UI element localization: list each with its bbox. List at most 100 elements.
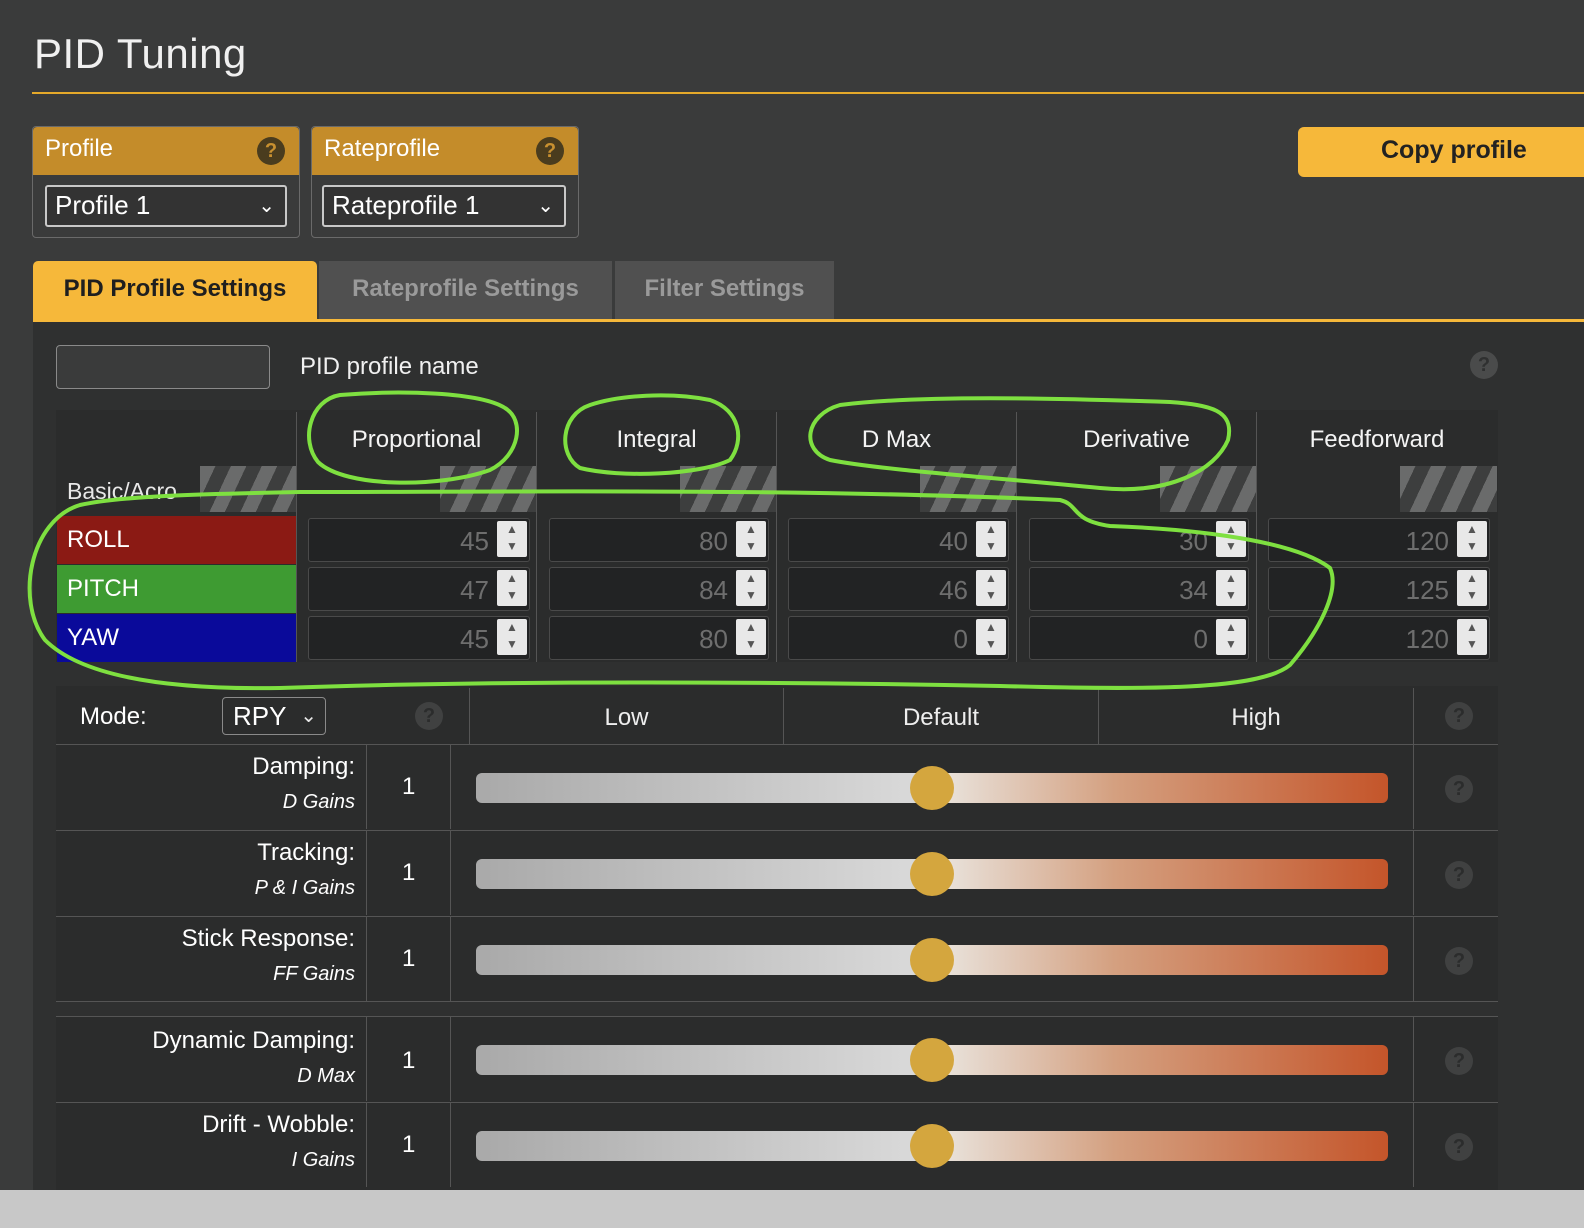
damping-slider[interactable]	[476, 766, 1388, 810]
spinner-icon[interactable]: ▲ ▼	[736, 521, 766, 557]
section-label-basic-acro: Basic/Acro	[67, 478, 177, 504]
spinner-icon[interactable]: ▲ ▼	[1457, 570, 1487, 606]
column-header-proportional: Proportional	[351, 426, 482, 453]
help-icon[interactable]: ?	[1445, 775, 1473, 803]
spinner-icon[interactable]: ▲ ▼	[1216, 570, 1246, 606]
spinner-icon[interactable]: ▲ ▼	[1216, 521, 1246, 557]
tab-rateprofile-settings[interactable]: Rateprofile Settings	[319, 261, 612, 319]
page-title: PID Tuning	[34, 30, 247, 77]
pid-profile-name-input[interactable]	[56, 345, 270, 389]
slider-sublabel: D Max	[297, 1065, 355, 1087]
help-icon[interactable]: ?	[257, 137, 285, 165]
spinner-icon[interactable]: ▲ ▼	[976, 619, 1006, 655]
help-icon[interactable]: ?	[1445, 1133, 1473, 1161]
column-divider	[776, 412, 777, 662]
slider-handle[interactable]	[910, 1038, 954, 1082]
help-icon[interactable]: ?	[1445, 947, 1473, 975]
roll-feedforward-input[interactable]: 120 ▲ ▼	[1268, 518, 1490, 562]
tracking-slider[interactable]	[476, 852, 1388, 896]
spinner-icon[interactable]: ▲ ▼	[736, 570, 766, 606]
column-header-high: High	[1231, 704, 1281, 731]
spinner-icon[interactable]: ▲ ▼	[497, 521, 527, 557]
yaw-derivative-input[interactable]: 0 ▲ ▼	[1029, 616, 1249, 660]
yaw-proportional-input[interactable]: 45 ▲ ▼	[308, 616, 530, 660]
slider-label: Stick Response:	[181, 925, 355, 952]
spinner-icon[interactable]: ▲ ▼	[497, 619, 527, 655]
column-divider	[296, 412, 297, 662]
column-divider	[1413, 688, 1414, 744]
copy-profile-button[interactable]: Copy profile	[1298, 127, 1584, 177]
chevron-down-icon: ⌄	[258, 195, 275, 217]
slider-sublabel: D Gains	[282, 791, 355, 813]
mode-select[interactable]: RPY ⌄	[222, 697, 326, 735]
spinner-icon[interactable]: ▲ ▼	[1457, 619, 1487, 655]
slider-handle[interactable]	[910, 766, 954, 810]
slider-row-stick-response: Stick Response: FF Gains 1 ?	[56, 916, 1498, 1001]
spinner-icon[interactable]: ▲ ▼	[976, 521, 1006, 557]
column-header-feedforward: Feedforward	[1309, 426, 1445, 453]
profile-select[interactable]: Profile 1 ⌄	[45, 185, 287, 227]
roll-integral-input[interactable]: 80 ▲ ▼	[549, 518, 769, 562]
section-stripe	[1160, 466, 1256, 512]
slider-value: 1	[402, 773, 416, 800]
section-stripe	[920, 466, 1016, 512]
tab-label: Filter Settings	[644, 275, 805, 302]
yaw-integral-input[interactable]: 80 ▲ ▼	[549, 616, 769, 660]
spinner-icon[interactable]: ▲ ▼	[497, 570, 527, 606]
help-icon[interactable]: ?	[1445, 861, 1473, 889]
tab-filter-settings[interactable]: Filter Settings	[615, 261, 834, 319]
column-divider	[1256, 412, 1257, 662]
roll-proportional-input[interactable]: 45 ▲ ▼	[308, 518, 530, 562]
yaw-feedforward-input[interactable]: 120 ▲ ▼	[1268, 616, 1490, 660]
slider-value: 1	[402, 945, 416, 972]
pitch-derivative-input[interactable]: 34 ▲ ▼	[1029, 567, 1249, 611]
help-icon[interactable]: ?	[415, 702, 443, 730]
window-bottom-bar	[0, 1190, 1584, 1228]
help-icon[interactable]: ?	[1445, 702, 1473, 730]
help-icon[interactable]: ?	[536, 137, 564, 165]
spinner-icon[interactable]: ▲ ▼	[1216, 619, 1246, 655]
drift-wobble-slider[interactable]	[476, 1124, 1388, 1168]
chevron-down-icon: ⌄	[300, 705, 317, 727]
rateprofile-label: Rateprofile	[324, 135, 441, 162]
slider-handle[interactable]	[910, 1124, 954, 1168]
yaw-dmax-input[interactable]: 0 ▲ ▼	[788, 616, 1009, 660]
profile-box: Profile ? Profile 1 ⌄	[32, 126, 300, 238]
section-stripe	[200, 466, 296, 512]
spinner-icon[interactable]: ▲ ▼	[1457, 521, 1487, 557]
slider-value: 1	[402, 1047, 416, 1074]
spinner-icon[interactable]: ▲ ▼	[736, 619, 766, 655]
spinner-icon[interactable]: ▲ ▼	[976, 570, 1006, 606]
dynamic-damping-slider[interactable]	[476, 1038, 1388, 1082]
rateprofile-select-value: Rateprofile 1	[332, 190, 480, 220]
pitch-proportional-input[interactable]: 47 ▲ ▼	[308, 567, 530, 611]
column-header-d-max: D Max	[861, 426, 932, 453]
pitch-dmax-input[interactable]: 46 ▲ ▼	[788, 567, 1009, 611]
pitch-integral-input[interactable]: 84 ▲ ▼	[549, 567, 769, 611]
roll-derivative-input[interactable]: 30 ▲ ▼	[1029, 518, 1249, 562]
roll-dmax-input[interactable]: 40 ▲ ▼	[788, 518, 1009, 562]
slider-label: Dynamic Damping:	[152, 1027, 355, 1054]
section-stripe	[440, 466, 536, 512]
slider-value: 1	[402, 859, 416, 886]
help-icon[interactable]: ?	[1445, 1047, 1473, 1075]
help-icon[interactable]: ?	[1470, 351, 1498, 379]
rateprofile-select[interactable]: Rateprofile 1 ⌄	[322, 185, 566, 227]
axis-label-roll: ROLL	[57, 516, 296, 564]
slider-handle[interactable]	[910, 852, 954, 896]
stick-response-slider[interactable]	[476, 938, 1388, 982]
rateprofile-box: Rateprofile ? Rateprofile 1 ⌄	[311, 126, 579, 238]
pid-profile-name-label: PID profile name	[300, 353, 479, 380]
profile-select-value: Profile 1	[55, 190, 151, 220]
slider-handle[interactable]	[910, 938, 954, 982]
mode-select-value: RPY	[233, 701, 287, 731]
slider-sublabel: FF Gains	[273, 963, 355, 985]
pitch-feedforward-input[interactable]: 125 ▲ ▼	[1268, 567, 1490, 611]
tab-label: PID Profile Settings	[63, 275, 287, 302]
section-stripe	[680, 466, 776, 512]
profile-label: Profile	[45, 135, 114, 162]
axis-label-pitch: PITCH	[57, 565, 296, 613]
tab-pid-profile-settings[interactable]: PID Profile Settings	[33, 261, 317, 319]
slider-label: Damping:	[252, 753, 355, 780]
section-stripe	[1400, 466, 1497, 512]
